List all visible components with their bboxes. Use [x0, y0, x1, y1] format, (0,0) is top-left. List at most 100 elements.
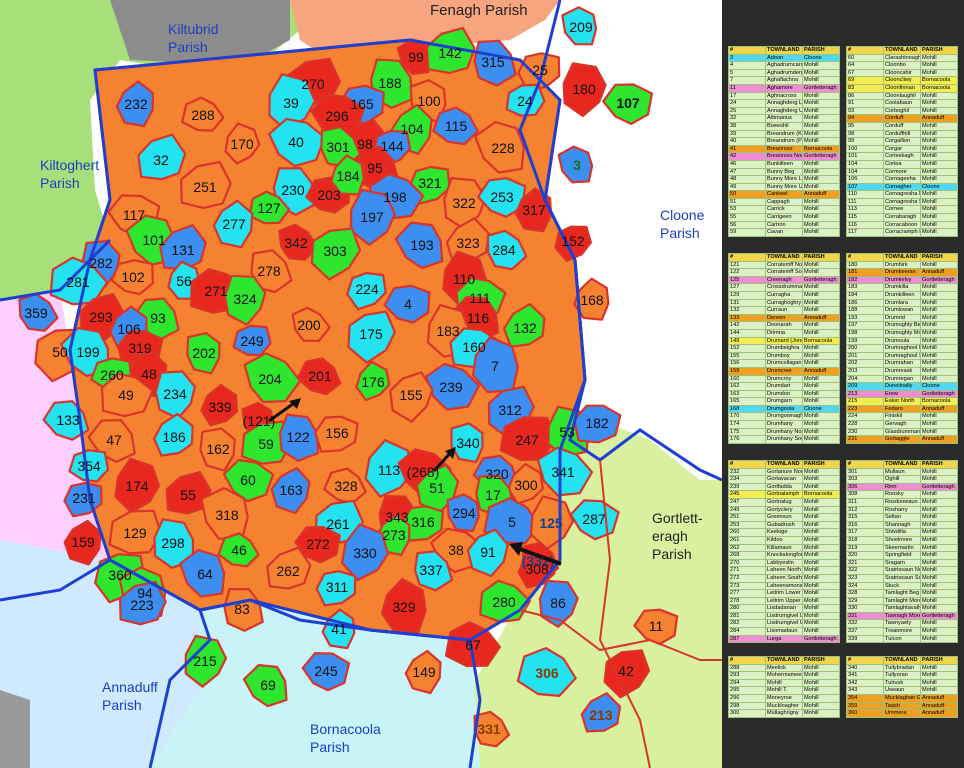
- legend-townland: Gortavacan: [765, 475, 803, 484]
- legend-row: 204 Drumregan Mohill: [846, 374, 958, 384]
- legend-parish: Mohill: [920, 412, 958, 422]
- legend-townland: Bunny Beg: [765, 167, 803, 177]
- legend-row: 317 Shivdilla Mohill: [846, 528, 958, 537]
- legend-parish: Cloone: [802, 404, 840, 414]
- legend-townland: Bunny More Lower: [765, 175, 803, 184]
- parcel-number: 24: [517, 93, 533, 109]
- legend-row: 181 Drumkeeran Annaduff: [846, 268, 958, 277]
- legend-row: 198Drumoghty MoreMohill: [846, 328, 958, 338]
- legend-row: 11 Aghamore Gortletteragh: [728, 83, 840, 93]
- parcel-number: 127: [257, 200, 281, 216]
- legend-num: 277: [728, 589, 766, 598]
- legend-num: 40: [728, 137, 766, 146]
- legend-parish: Mohill: [802, 551, 840, 560]
- legend-townland: Drumreask: [883, 366, 921, 376]
- legend-row: 270 Labbyeslin Mohill: [728, 558, 840, 568]
- legend-num: 294: [728, 678, 766, 688]
- legend-row: 107 Cornagher Cloone: [846, 182, 958, 192]
- parcel-number: 270: [301, 76, 325, 92]
- legend-num: 152: [728, 344, 766, 353]
- parcel-number: 323: [456, 235, 480, 251]
- legend-num: 280: [728, 604, 766, 613]
- legend-row: 156 Drumcollagan Mohill: [728, 359, 840, 368]
- legend-parish: Mohill: [802, 182, 840, 192]
- legend-num: 86: [846, 91, 884, 101]
- legend-parish: Mohill: [920, 528, 958, 537]
- legend-townland: Dereen: [765, 313, 803, 323]
- parcel-number: 188: [378, 75, 402, 91]
- legend-parish: Mohill: [920, 351, 958, 361]
- legend-townland: Annaghderg Upper: [765, 106, 803, 116]
- legend-parish: Mohill: [802, 213, 840, 222]
- parcel-number: 354: [77, 458, 101, 474]
- legend-row: 99 Corgallion Mohill: [846, 137, 958, 146]
- legend-row: 122Corratemff SouthMohill: [728, 268, 840, 277]
- legend-num: 239: [728, 482, 766, 492]
- legend-num: 53: [728, 205, 766, 215]
- parcel-number: 278: [257, 263, 281, 279]
- legend-num: 93: [846, 106, 884, 116]
- legend-townland: Corduffhill: [883, 129, 921, 139]
- legend-townland: Muckloagher: [765, 701, 803, 711]
- legend-num: 311: [846, 497, 884, 507]
- legend-num: 288: [728, 663, 766, 673]
- legend-townland: Lisdrumgivel Upper: [765, 619, 803, 629]
- legend-townland: Cloonlaughil: [883, 91, 921, 101]
- legend-num: 64: [846, 61, 884, 70]
- legend-num: 104: [846, 167, 884, 177]
- legend-header-parish: PARISH: [802, 460, 840, 469]
- parcel-number: 298: [161, 535, 185, 551]
- legend-townland: Corduff: [883, 121, 921, 131]
- parcel-number: 174: [125, 478, 149, 494]
- legend-parish: Mohill: [920, 283, 958, 292]
- legend-townland: Drumoula: [883, 336, 921, 346]
- parcel-number: 321: [418, 175, 442, 191]
- parcel-number: 53: [559, 424, 575, 440]
- legend-num: 300: [728, 709, 766, 718]
- legend-num: 323: [846, 573, 884, 583]
- legend-townland: Seltan: [883, 513, 921, 522]
- legend-parish: Cloone: [920, 182, 958, 192]
- legend-parish: Mohill: [802, 505, 840, 515]
- legend-parish: Mohill: [920, 61, 958, 70]
- legend-townland: Clooncahir: [883, 68, 921, 78]
- legend-row: 282Lisdrumgivel UpperMohill: [728, 619, 840, 629]
- parcel-number: 193: [410, 237, 434, 253]
- parish-label-kiltoghert: Kiltoghert Parish: [40, 157, 100, 191]
- legend-num: 322: [846, 566, 884, 575]
- legend-parish: Mohill: [802, 558, 840, 568]
- legend-row: 234 Gortavacan Mohill: [728, 475, 840, 484]
- legend-header-townland: TOWNLAND: [883, 460, 921, 469]
- legend-num: 319: [846, 543, 884, 553]
- legend-parish: Annaduff: [920, 709, 958, 718]
- parcel-number: 113: [377, 462, 401, 478]
- legend-parish: Mohill: [802, 321, 840, 330]
- legend-townland: Gortyclery: [765, 505, 803, 515]
- legend-townland: Doonarah: [765, 321, 803, 330]
- legend-townland: Skeernartin: [883, 543, 921, 553]
- legend-townland: Aghnacross: [765, 91, 803, 101]
- legend-parish: Mohill: [920, 106, 958, 116]
- parcel-number: 228: [491, 140, 515, 156]
- parcel-number: 116: [466, 310, 490, 326]
- legend-num: 231: [846, 435, 884, 444]
- legend-townland: Stuck: [883, 581, 921, 591]
- legend-townland: Attimanus: [765, 114, 803, 123]
- legend-parish: Mohill: [802, 566, 840, 575]
- parcel-number: 86: [550, 595, 566, 611]
- legend-num: 339: [846, 634, 884, 644]
- legend-parish: Mohill: [802, 374, 840, 384]
- legend-table: # TOWNLAND PARISH 340 Tullybradan Mohill 341 Tu…: [846, 656, 958, 718]
- townland-legend-panel: # TOWNLAND PARISH 3 Adoon Cloone 4 Aghadrumcarn…: [722, 0, 964, 768]
- legend-parish: Mohill: [802, 520, 840, 530]
- legend-townland: Meelick: [765, 663, 803, 673]
- legend-num: 47: [728, 167, 766, 177]
- legend-parish: Bornacoola: [920, 397, 958, 406]
- legend-townland: Drumcroy: [765, 374, 803, 384]
- legend-townland: Aghamore: [765, 83, 803, 93]
- legend-num: 11: [728, 83, 766, 93]
- legend-header-townland: TOWNLAND: [765, 253, 803, 262]
- legend-num: 83: [846, 83, 884, 93]
- legend-table: # TOWNLAND PARISH 180 Drumhirk Mohill 181 Drumk…: [846, 253, 958, 444]
- legend-num: 341: [846, 671, 884, 680]
